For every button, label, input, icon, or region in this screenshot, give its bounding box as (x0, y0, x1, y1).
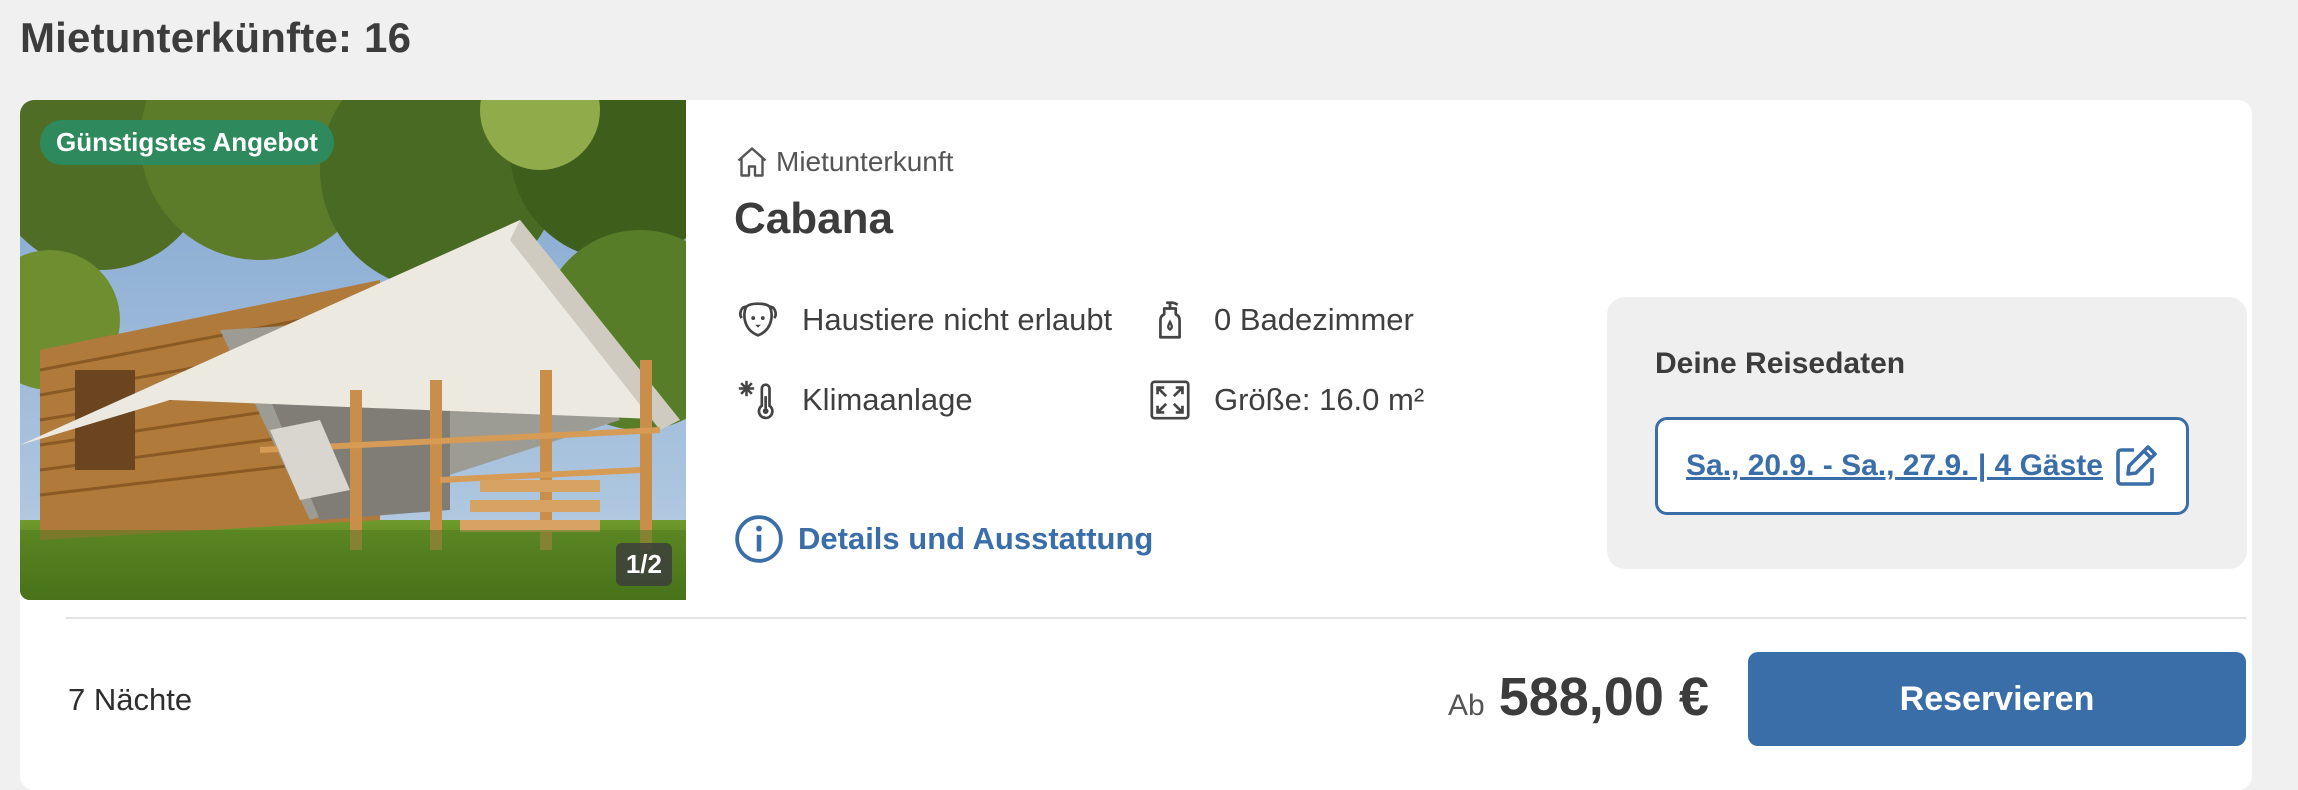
soap-bottle-icon (1146, 296, 1194, 344)
image-counter: 1/2 (615, 543, 672, 586)
price-block: Ab 588,00 € (1448, 666, 1709, 728)
travel-dates-value: Sa., 20.9. - Sa., 27.9. | 4 Gäste (1686, 449, 2103, 482)
accommodation-type: Mietunterkunft (734, 144, 953, 180)
feature-ac-label: Klimaanlage (802, 382, 973, 417)
nights-count: 7 Nächte (68, 682, 193, 717)
accommodation-type-label: Mietunterkunft (776, 146, 954, 177)
details-link-label: Details und Ausstattung (798, 521, 1154, 556)
house-icon (737, 147, 767, 177)
feature-size: Größe: 16.0 m² (1146, 376, 1424, 424)
snowflake-thermometer-icon (734, 376, 782, 424)
edit-travel-dates-button[interactable]: Sa., 20.9. - Sa., 27.9. | 4 Gäste (1655, 417, 2189, 515)
feature-bathrooms-label: 0 Badezimmer (1214, 302, 1414, 337)
listing-title: Cabana (734, 194, 893, 243)
expand-icon (1146, 376, 1194, 424)
price-prefix: Ab (1448, 689, 1485, 722)
feature-pets: Haustiere nicht erlaubt (734, 296, 1112, 344)
cabana-photo (20, 100, 686, 600)
travel-dates-title: Deine Reisedaten (1655, 347, 1906, 380)
feature-bathrooms: 0 Badezimmer (1146, 296, 1414, 344)
reserve-button[interactable]: Reservieren (1748, 652, 2246, 746)
feature-size-label: Größe: 16.0 m² (1214, 382, 1425, 417)
edit-icon (2116, 445, 2157, 486)
info-icon (735, 515, 783, 563)
details-link[interactable]: Details und Ausstattung (734, 514, 1153, 564)
card-divider (66, 617, 2246, 619)
cheapest-offer-badge: Günstigstes Angebot (40, 120, 334, 165)
travel-dates-panel: Deine Reisedaten Sa., 20.9. - Sa., 27.9.… (1607, 297, 2247, 569)
feature-pets-label: Haustiere nicht erlaubt (802, 302, 1113, 337)
listing-card: Günstigstes Angebot 1/2 Mietunterkunft C… (20, 100, 2252, 790)
price-value: 588,00 € (1498, 667, 1709, 727)
feature-ac: Klimaanlage (734, 376, 973, 424)
dog-icon (734, 296, 782, 344)
page-title: Mietunterkünfte: 16 (20, 14, 412, 61)
listing-photo[interactable]: Günstigstes Angebot 1/2 (20, 100, 686, 600)
